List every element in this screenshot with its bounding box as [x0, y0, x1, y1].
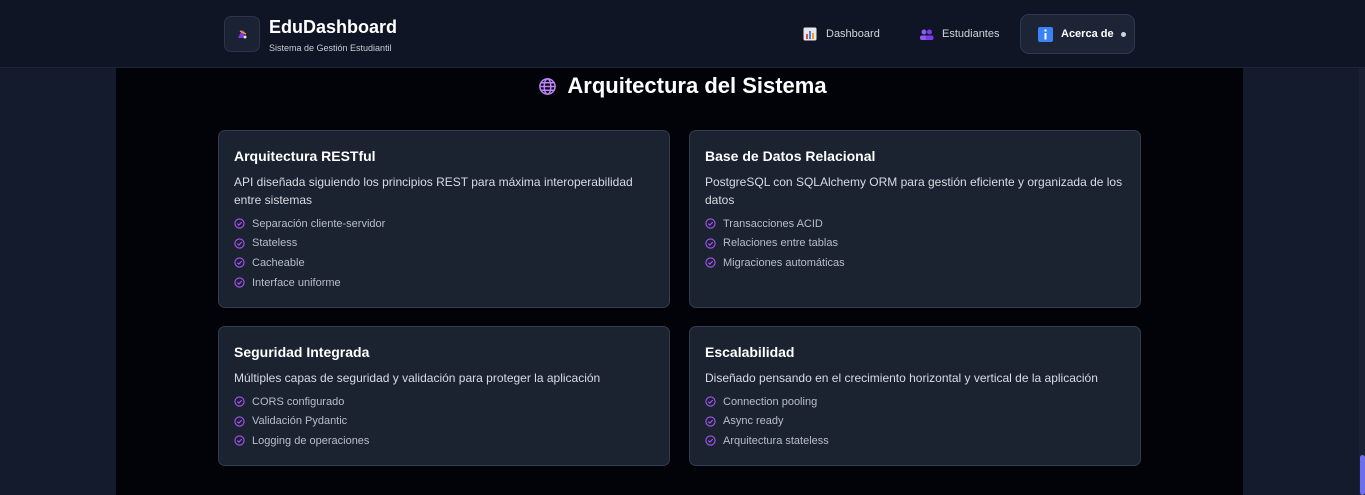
feature-list: Separación cliente-servidor Stateless Ca…	[234, 214, 654, 292]
check-circle-icon	[234, 218, 245, 229]
nav-estudiantes-label: Estudiantes	[942, 28, 1000, 40]
card-title: Base de Datos Relacional	[705, 148, 876, 164]
feature-text: Separación cliente-servidor	[252, 217, 386, 230]
feature-item: Cacheable	[234, 253, 654, 273]
active-indicator-dot	[1120, 31, 1126, 37]
graduation-logo-icon	[238, 30, 247, 39]
feature-item: CORS configurado	[234, 392, 654, 412]
section-title-text: Arquitectura del Sistema	[567, 73, 827, 98]
nav-acerca-de-label: Acerca de	[1061, 28, 1114, 40]
check-circle-icon	[705, 396, 716, 407]
brand-subtitle: Sistema de Gestión Estudiantil	[269, 43, 392, 53]
nav-estudiantes[interactable]: Estudiantes	[918, 22, 999, 46]
feature-item: Connection pooling	[705, 392, 1125, 412]
card-seguridad: Seguridad Integrada Múltiples capas de s…	[218, 326, 670, 466]
check-circle-icon	[705, 257, 716, 269]
bar-chart-icon	[802, 26, 818, 42]
feature-list: CORS configurado Validación Pydantic Log…	[234, 392, 654, 451]
feature-item: Async ready	[705, 412, 1125, 432]
feature-text: Arquitectura stateless	[723, 434, 829, 447]
app-logo[interactable]	[224, 16, 260, 52]
feature-item: Arquitectura stateless	[705, 431, 1125, 451]
feature-item: Interface uniforme	[234, 273, 654, 293]
card-title: Arquitectura RESTful	[234, 148, 376, 164]
check-circle-icon	[234, 238, 245, 249]
feature-text: Cacheable	[252, 256, 305, 269]
feature-item: Relaciones entre tablas	[705, 234, 1125, 254]
check-circle-icon	[234, 416, 245, 427]
scrollbar-thumb[interactable]	[1360, 455, 1365, 495]
nav-dashboard[interactable]: Dashboard	[802, 22, 880, 46]
globe-icon	[538, 77, 557, 96]
card-description: Diseñado pensando en el crecimiento hori…	[705, 371, 1098, 385]
card-title: Escalabilidad	[705, 344, 795, 360]
feature-text: Stateless	[252, 237, 298, 250]
nav-dashboard-label: Dashboard	[826, 28, 880, 40]
feature-item: Separación cliente-servidor	[234, 214, 654, 234]
users-icon	[918, 26, 934, 42]
card-restful: Arquitectura RESTful API diseñada siguie…	[218, 130, 670, 308]
feature-text: Validación Pydantic	[252, 415, 348, 428]
feature-text: CORS configurado	[252, 395, 345, 408]
card-description: PostgreSQL con SQLAlchemy ORM para gesti…	[705, 175, 1123, 207]
feature-item: Logging de operaciones	[234, 431, 654, 451]
top-navbar: EduDashboard Sistema de Gestión Estudian…	[0, 0, 1365, 68]
feature-text: Relaciones entre tablas	[723, 237, 838, 250]
check-circle-icon	[705, 238, 716, 249]
feature-item: Validación Pydantic	[234, 412, 654, 432]
check-circle-icon	[234, 396, 245, 407]
info-icon	[1037, 26, 1053, 42]
check-circle-icon	[705, 416, 716, 427]
feature-item: Stateless	[234, 234, 654, 254]
feature-item: Transacciones ACID	[705, 214, 1125, 234]
nav-acerca-de[interactable]: Acerca de	[1020, 14, 1135, 54]
check-circle-icon	[705, 435, 716, 447]
card-escalabilidad: Escalabilidad Diseñado pensando en el cr…	[689, 326, 1141, 466]
check-circle-icon	[234, 257, 245, 269]
card-description: API diseñada siguiendo los principios RE…	[234, 175, 633, 207]
check-circle-icon	[234, 277, 245, 288]
card-base-datos: Base de Datos Relacional PostgreSQL con …	[689, 130, 1141, 308]
section-title: Arquitectura del Sistema	[0, 73, 1365, 99]
check-circle-icon	[234, 435, 245, 447]
feature-text: Async ready	[723, 415, 784, 428]
brand-title[interactable]: EduDashboard	[269, 17, 397, 38]
feature-text: Interface uniforme	[252, 276, 341, 289]
feature-item: Migraciones automáticas	[705, 253, 1125, 273]
feature-list: Transacciones ACID Relaciones entre tabl…	[705, 214, 1125, 273]
feature-text: Migraciones automáticas	[723, 256, 845, 269]
card-description: Múltiples capas de seguridad y validació…	[234, 371, 601, 385]
check-circle-icon	[705, 218, 716, 229]
feature-text: Logging de operaciones	[252, 434, 370, 447]
feature-list: Connection pooling Async ready Arquitect…	[705, 392, 1125, 451]
feature-text: Transacciones ACID	[723, 217, 823, 230]
feature-text: Connection pooling	[723, 395, 818, 408]
card-title: Seguridad Integrada	[234, 344, 370, 360]
